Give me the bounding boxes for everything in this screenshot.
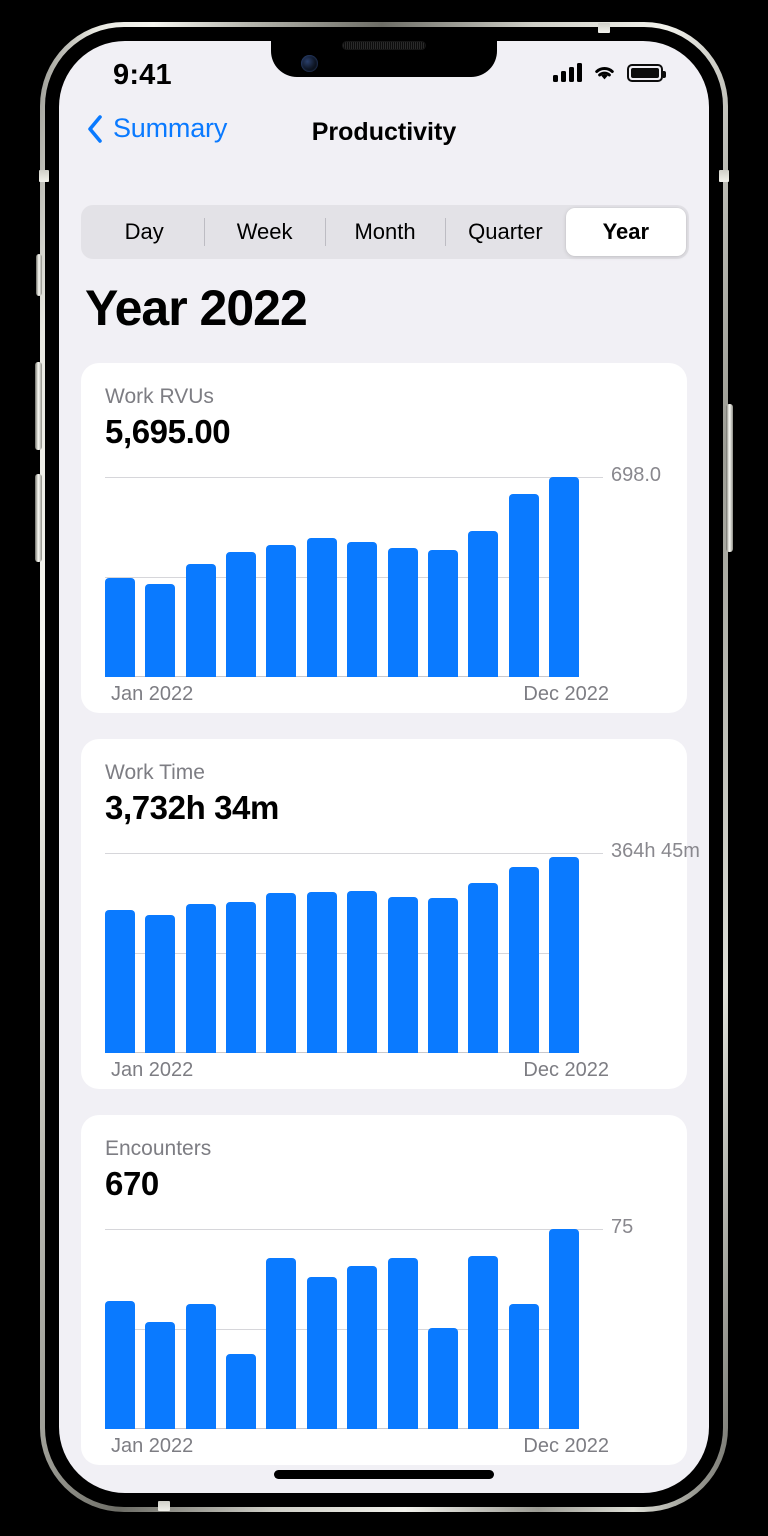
card-value: 5,695.00 xyxy=(105,413,231,450)
bar xyxy=(185,903,216,1053)
navigation-bar: Summary Productivity xyxy=(59,103,709,165)
x-axis-start-label: Jan 2022 xyxy=(111,683,194,705)
metric-card-encounters[interactable]: Encounters 670 75 Jan 2022 Dec 2022 xyxy=(81,1115,687,1465)
bar xyxy=(266,545,297,677)
bar xyxy=(427,549,458,677)
earpiece-speaker-icon xyxy=(343,42,425,49)
metric-card-work-time[interactable]: Work Time 3,732h 34m 364h 45m Jan 2022 D… xyxy=(81,739,700,1089)
bar xyxy=(105,578,135,677)
page-title: Year 2022 xyxy=(85,280,308,336)
period-segmented-control[interactable]: Day Week Month Quarter Year xyxy=(81,205,689,259)
bar xyxy=(468,1255,499,1429)
bar xyxy=(266,1258,297,1429)
x-axis-start-label: Jan 2022 xyxy=(111,1435,194,1457)
antenna-band-bottom-left xyxy=(158,1501,170,1511)
phone-frame: 9:41 Summary Productivity Day Week Month… xyxy=(35,22,733,1512)
chart-max-label: 698.0 xyxy=(611,464,662,486)
chart-plot-area: 364h 45m xyxy=(105,840,700,1053)
bar xyxy=(185,563,216,677)
segment-month[interactable]: Month xyxy=(324,208,445,256)
bar xyxy=(105,909,135,1053)
x-axis-start-label: Jan 2022 xyxy=(111,1059,194,1081)
power-button[interactable] xyxy=(726,404,733,552)
bar xyxy=(548,477,579,677)
x-axis-end-label: Dec 2022 xyxy=(523,1059,609,1081)
bar-series xyxy=(105,853,579,1053)
display-notch xyxy=(271,41,497,77)
page-header-title: Productivity xyxy=(311,118,457,146)
chart-x-axis: Jan 2022 Dec 2022 xyxy=(105,1059,609,1085)
wifi-icon xyxy=(595,67,614,80)
segment-week[interactable]: Week xyxy=(204,208,324,256)
bar xyxy=(347,890,378,1053)
status-bar-time: 9:41 xyxy=(113,59,172,91)
metric-card-work-rvus[interactable]: Work RVUs 5,695.00 698.0 Jan 2022 Dec 20… xyxy=(81,363,687,713)
bar-chart-work-time: 364h 45m Jan 2022 Dec 2022 xyxy=(105,840,700,1081)
scroll-content[interactable]: Year 2022 Work RVUs 5,695.00 698.0 Jan 2… xyxy=(59,273,709,1493)
status-bar-indicators xyxy=(553,63,666,82)
bar-series xyxy=(105,1229,579,1429)
volume-up-button[interactable] xyxy=(35,362,42,450)
bar xyxy=(548,856,579,1053)
bar xyxy=(105,1301,135,1429)
bar xyxy=(347,1266,378,1429)
antenna-band-top-right xyxy=(598,23,610,33)
volume-down-button[interactable] xyxy=(35,474,42,562)
bar xyxy=(387,1258,418,1429)
bar xyxy=(468,883,499,1053)
chart-max-label: 364h 45m xyxy=(611,840,700,862)
bar xyxy=(508,1303,539,1429)
bar-series xyxy=(105,477,579,677)
bar xyxy=(427,898,458,1053)
phone-screen: 9:41 Summary Productivity Day Week Month… xyxy=(59,41,709,1493)
chart-plot-area: 75 xyxy=(105,1216,633,1429)
signal-bars-icon xyxy=(553,63,582,82)
bar xyxy=(226,552,257,677)
bar xyxy=(306,1277,337,1429)
bar xyxy=(508,493,539,677)
x-axis-end-label: Dec 2022 xyxy=(523,1435,609,1457)
bar xyxy=(427,1327,458,1429)
chart-x-axis: Jan 2022 Dec 2022 xyxy=(105,1435,609,1461)
bar xyxy=(306,891,337,1053)
bar xyxy=(387,897,418,1053)
antenna-band-left xyxy=(39,170,49,182)
card-value: 3,732h 34m xyxy=(105,789,279,826)
home-indicator[interactable] xyxy=(274,1470,494,1479)
bar xyxy=(548,1229,579,1429)
bar-chart-encounters: 75 Jan 2022 Dec 2022 xyxy=(105,1216,663,1457)
antenna-band-right xyxy=(719,170,729,182)
bar xyxy=(145,583,176,677)
bar xyxy=(226,901,257,1053)
bar xyxy=(508,866,539,1053)
bar xyxy=(468,530,499,677)
segment-quarter[interactable]: Quarter xyxy=(445,208,565,256)
x-axis-end-label: Dec 2022 xyxy=(523,683,609,705)
bar xyxy=(306,538,337,677)
chart-max-label: 75 xyxy=(611,1216,634,1238)
battery-icon xyxy=(627,63,666,82)
mute-switch[interactable] xyxy=(36,254,42,296)
bar xyxy=(145,1322,176,1429)
card-label: Encounters xyxy=(105,1137,212,1160)
chart-x-axis: Jan 2022 Dec 2022 xyxy=(105,683,609,709)
card-value: 670 xyxy=(105,1165,159,1202)
bar-chart-work-rvus: 698.0 Jan 2022 Dec 2022 xyxy=(105,464,663,705)
front-camera-icon xyxy=(301,55,318,72)
segment-year[interactable]: Year xyxy=(565,208,687,256)
card-label: Work Time xyxy=(105,761,205,784)
bar xyxy=(226,1354,257,1429)
bar xyxy=(185,1303,216,1429)
screenshot-root: 9:41 Summary Productivity Day Week Month… xyxy=(0,0,768,1536)
chart-plot-area: 698.0 xyxy=(105,464,661,677)
bar xyxy=(145,914,176,1053)
bar xyxy=(347,542,378,677)
bar xyxy=(266,892,297,1053)
card-label: Work RVUs xyxy=(105,385,214,408)
bar xyxy=(387,548,418,677)
segment-day[interactable]: Day xyxy=(84,208,204,256)
